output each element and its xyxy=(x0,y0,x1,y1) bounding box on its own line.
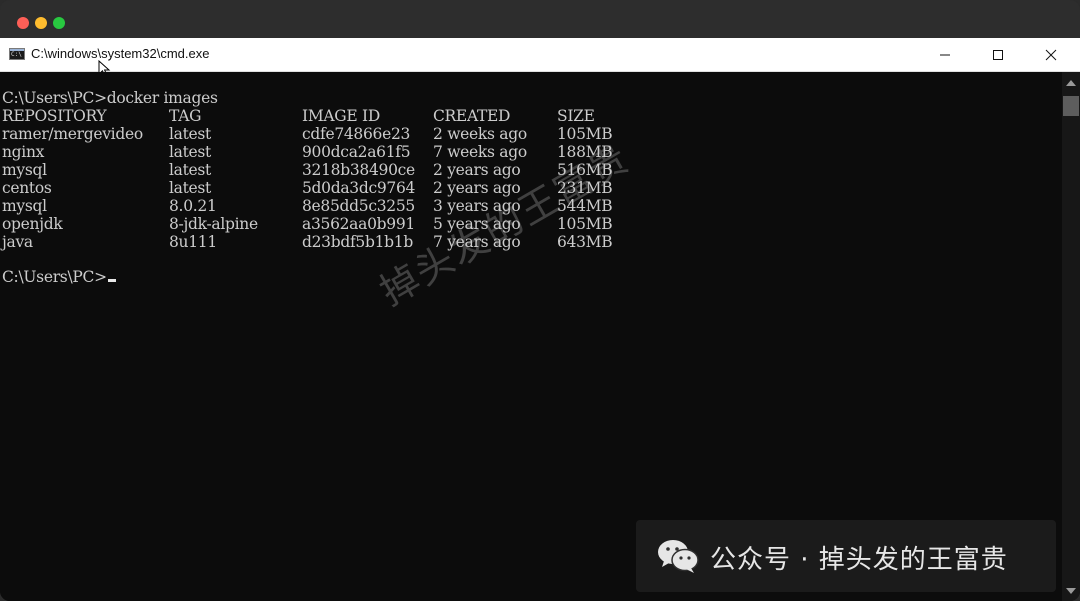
row-image-id: a3562aa0b991 xyxy=(302,215,415,233)
header-tag: TAG xyxy=(169,107,202,125)
text-cursor xyxy=(107,279,116,282)
row-repository: java xyxy=(2,233,33,251)
row-repository: centos xyxy=(2,179,52,197)
table-row: mysql latest 3218b38490ce 2 years ago 51… xyxy=(2,161,613,179)
minimize-icon xyxy=(940,54,950,55)
outer-window-frame: C:\windows\system32\cmd.exe xyxy=(0,0,1080,601)
table-row: nginx latest 900dca2a61f5 7 weeks ago 18… xyxy=(2,143,613,161)
close-button[interactable] xyxy=(1028,38,1074,71)
row-image-id: d23bdf5b1b1b xyxy=(302,233,413,251)
row-size: 105MB xyxy=(557,215,613,233)
row-repository: ramer/mergevideo xyxy=(2,125,143,143)
prompt-line[interactable]: C:\Users\PC> xyxy=(2,268,116,286)
cmd-window: C:\windows\system32\cmd.exe xyxy=(0,38,1080,601)
row-repository: openjdk xyxy=(2,215,63,233)
vertical-scrollbar[interactable] xyxy=(1062,72,1080,601)
row-repository: mysql xyxy=(2,161,47,179)
row-tag: latest xyxy=(169,179,211,197)
wechat-watermark-badge: 公众号 · 掉头发的王富贵 xyxy=(636,520,1056,592)
header-repository: REPOSITORY xyxy=(2,107,107,125)
scroll-thumb[interactable] xyxy=(1063,96,1079,116)
command-line: C:\Users\PC>docker images xyxy=(2,89,218,107)
header-image-id: IMAGE ID xyxy=(302,107,380,125)
table-row: ramer/mergevideo latest cdfe74866e23 2 w… xyxy=(2,125,613,143)
row-image-id: 5d0da3dc9764 xyxy=(302,179,416,197)
row-tag: 8-jdk-alpine xyxy=(169,215,258,233)
table-header: REPOSITORY TAG IMAGE ID CREATED SIZE xyxy=(2,107,595,125)
row-created: 7 weeks ago xyxy=(433,143,527,161)
header-created: CREATED xyxy=(433,107,511,125)
minimize-button[interactable] xyxy=(922,38,968,71)
row-created: 2 weeks ago xyxy=(433,125,527,143)
row-image-id: cdfe74866e23 xyxy=(302,125,411,143)
mac-minimize-dot[interactable] xyxy=(35,17,47,29)
maximize-icon xyxy=(993,49,1003,60)
close-icon xyxy=(1045,49,1057,60)
mac-title-bar xyxy=(0,0,1080,38)
row-tag: latest xyxy=(169,143,211,161)
row-repository: mysql xyxy=(2,197,47,215)
scroll-down-arrow-icon[interactable] xyxy=(1066,588,1076,594)
table-row: mysql 8.0.21 8e85dd5c3255 3 years ago 54… xyxy=(2,197,613,215)
window-title: C:\windows\system32\cmd.exe xyxy=(31,46,210,61)
row-image-id: 3218b38490ce xyxy=(302,161,415,179)
wechat-icon xyxy=(658,540,699,573)
header-size: SIZE xyxy=(557,107,595,125)
row-tag: latest xyxy=(169,125,211,143)
wechat-watermark-text: 公众号 · 掉头发的王富贵 xyxy=(710,545,1008,575)
mac-close-dot[interactable] xyxy=(17,17,29,29)
row-tag: latest xyxy=(169,161,211,179)
cmd-title-bar[interactable]: C:\windows\system32\cmd.exe xyxy=(0,38,1080,78)
table-row: openjdk 8-jdk-alpine a3562aa0b991 5 year… xyxy=(2,215,613,233)
maximize-button[interactable] xyxy=(975,38,1021,71)
row-image-id: 900dca2a61f5 xyxy=(302,143,411,161)
row-repository: nginx xyxy=(2,143,45,161)
row-size: 643MB xyxy=(557,233,613,251)
table-row: java 8u111 d23bdf5b1b1b 7 years ago 643M… xyxy=(2,233,613,251)
row-tag: 8.0.21 xyxy=(169,197,217,215)
table-row: centos latest 5d0da3dc9764 2 years ago 2… xyxy=(2,179,613,197)
row-tag: 8u111 xyxy=(169,233,217,251)
cmd-icon xyxy=(9,48,25,60)
scroll-up-arrow-icon[interactable] xyxy=(1066,80,1076,86)
mac-zoom-dot[interactable] xyxy=(53,17,65,29)
prompt-text: C:\Users\PC> xyxy=(2,268,107,286)
row-image-id: 8e85dd5c3255 xyxy=(302,197,415,215)
row-created: 2 years ago xyxy=(433,161,521,179)
